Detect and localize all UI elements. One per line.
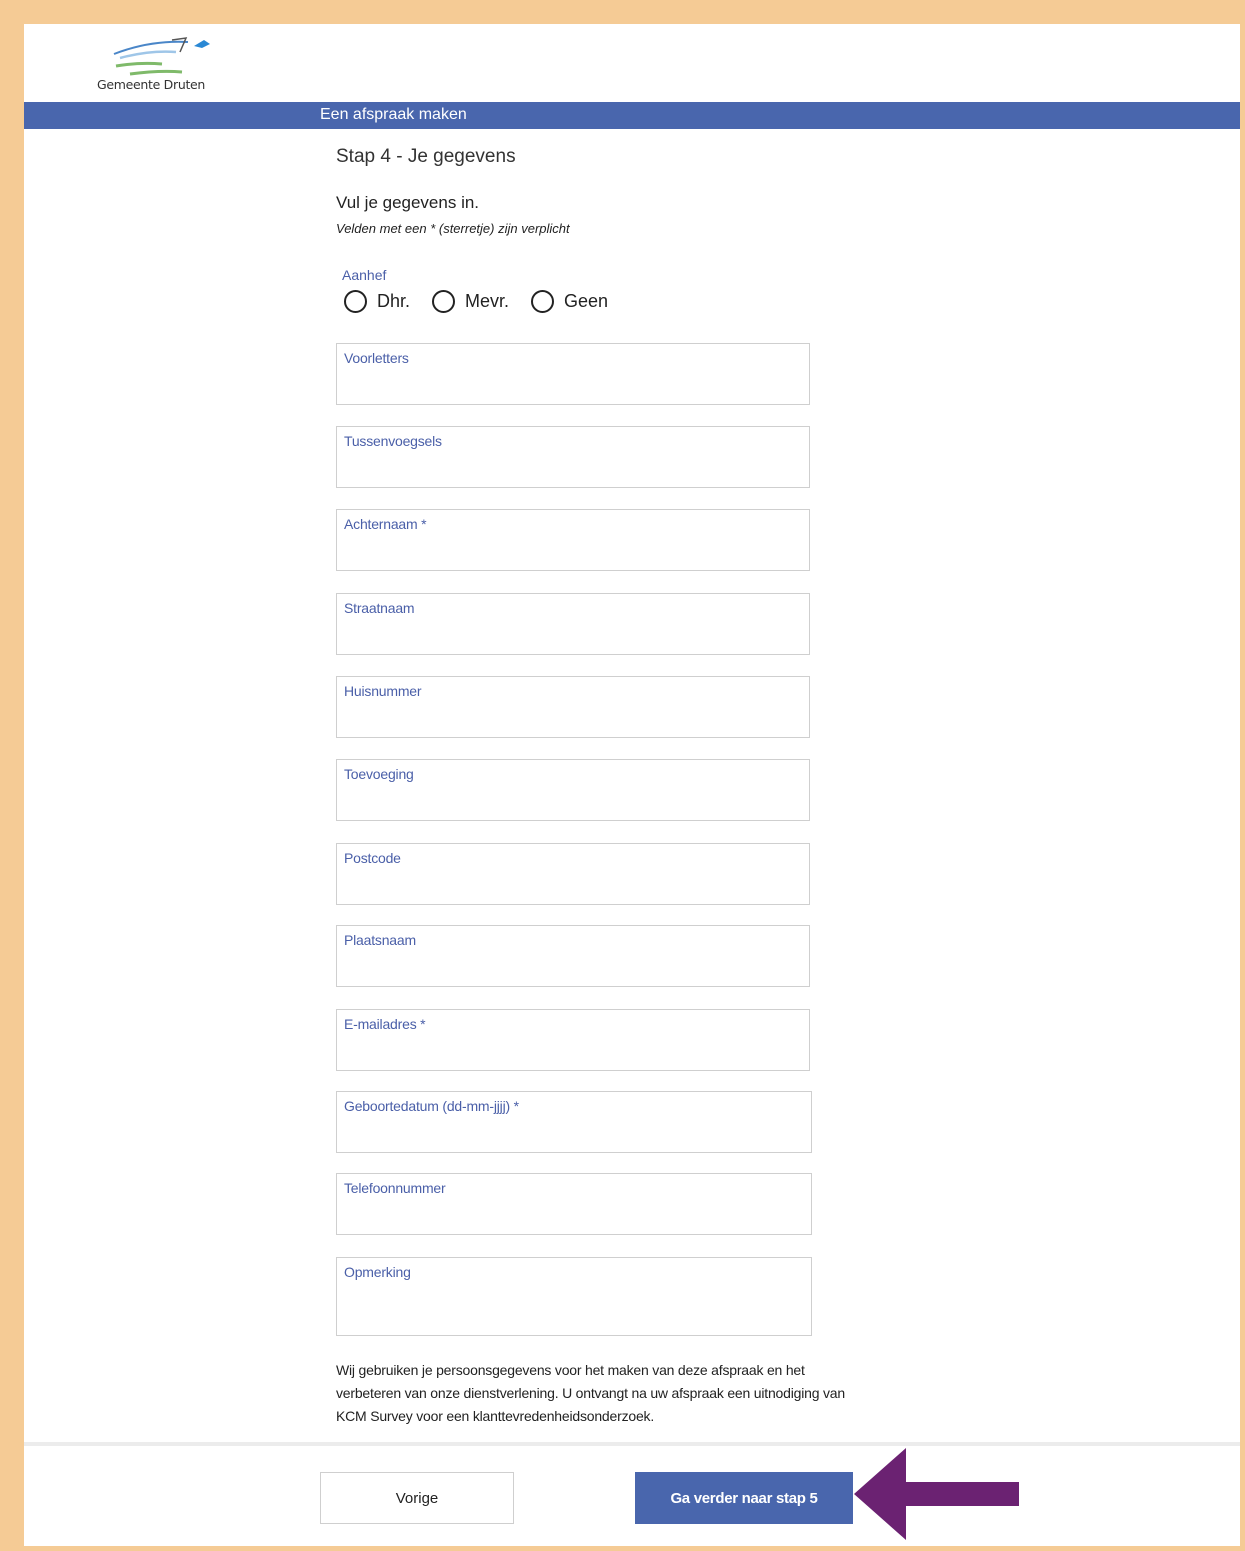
step-title: Stap 4 - Je gegevens: [336, 146, 516, 167]
remark-field[interactable]: Opmerking: [336, 1257, 812, 1336]
field-label: Geboortedatum (dd-mm-jjjj) *: [344, 1098, 519, 1114]
pointer-arrow-icon: [854, 1448, 1019, 1540]
intro-text: Vul je gegevens in.: [336, 193, 480, 212]
field-label: Tussenvoegsels: [344, 433, 442, 449]
infix-input[interactable]: [343, 457, 803, 481]
field-label: Voorletters: [344, 350, 409, 366]
field-label: Telefoonnummer: [344, 1180, 446, 1196]
phone-field[interactable]: Telefoonnummer: [336, 1173, 812, 1235]
page-title: Een afspraak maken: [320, 106, 467, 123]
initials-field[interactable]: Voorletters: [336, 343, 810, 405]
previous-button[interactable]: Vorige: [320, 1472, 514, 1524]
field-label: Straatnaam: [344, 600, 415, 616]
logo-mark-icon: [113, 37, 210, 76]
footer-divider: [24, 1442, 1240, 1446]
remark-textarea[interactable]: [343, 1289, 805, 1329]
street-field[interactable]: Straatnaam: [336, 593, 810, 655]
initials-input[interactable]: [343, 374, 803, 398]
infix-field[interactable]: Tussenvoegsels: [336, 426, 810, 488]
salutation-radio-group: Dhr. Mevr. Geen: [344, 290, 630, 313]
logo-text: Gemeente Druten: [96, 77, 206, 92]
phone-input[interactable]: [343, 1204, 805, 1228]
field-label: Toevoeging: [344, 766, 414, 782]
email-field[interactable]: E-mailadres *: [336, 1009, 810, 1071]
radio-dhr[interactable]: Dhr.: [344, 290, 410, 313]
radio-label: Dhr.: [377, 291, 411, 311]
radio-label: Geen: [564, 291, 609, 311]
field-label: Plaatsnaam: [344, 932, 416, 948]
field-label: E-mailadres *: [344, 1016, 426, 1032]
email-input[interactable]: [343, 1040, 803, 1064]
field-label: Postcode: [344, 850, 401, 866]
municipality-logo: Gemeente Druten: [96, 32, 216, 92]
required-note: Velden met een * (sterretje) zijn verpli…: [336, 221, 570, 236]
postcode-input[interactable]: [343, 874, 803, 898]
field-label: Huisnummer: [344, 683, 422, 699]
birthdate-input[interactable]: [343, 1122, 805, 1146]
salutation-label: Aanhef: [342, 267, 387, 283]
house-number-field[interactable]: Huisnummer: [336, 676, 810, 738]
house-number-input[interactable]: [343, 707, 803, 731]
radio-mevr[interactable]: Mevr.: [432, 290, 509, 313]
privacy-notice: Wij gebruiken je persoonsgegevens voor h…: [336, 1362, 845, 1424]
page-frame: Gemeente Druten Een afspraak maken Stap …: [24, 24, 1240, 1546]
addition-field[interactable]: Toevoeging: [336, 759, 810, 821]
radio-label: Mevr.: [465, 291, 510, 311]
city-field[interactable]: Plaatsnaam: [336, 925, 810, 987]
field-label: Opmerking: [344, 1264, 411, 1280]
surname-field[interactable]: Achternaam *: [336, 509, 810, 571]
city-input[interactable]: [343, 956, 803, 980]
header-bar: Een afspraak maken: [24, 102, 1240, 129]
radio-circle-icon[interactable]: [432, 290, 456, 313]
surname-input[interactable]: [343, 540, 803, 564]
next-step-button[interactable]: Ga verder naar stap 5: [635, 1472, 853, 1524]
radio-geen[interactable]: Geen: [531, 290, 608, 313]
field-label: Achternaam *: [344, 516, 427, 532]
postcode-field[interactable]: Postcode: [336, 843, 810, 905]
radio-circle-icon[interactable]: [531, 290, 555, 313]
radio-circle-icon[interactable]: [344, 290, 367, 313]
birthdate-field[interactable]: Geboortedatum (dd-mm-jjjj) *: [336, 1091, 812, 1153]
addition-input[interactable]: [343, 790, 803, 814]
street-input[interactable]: [343, 624, 803, 648]
